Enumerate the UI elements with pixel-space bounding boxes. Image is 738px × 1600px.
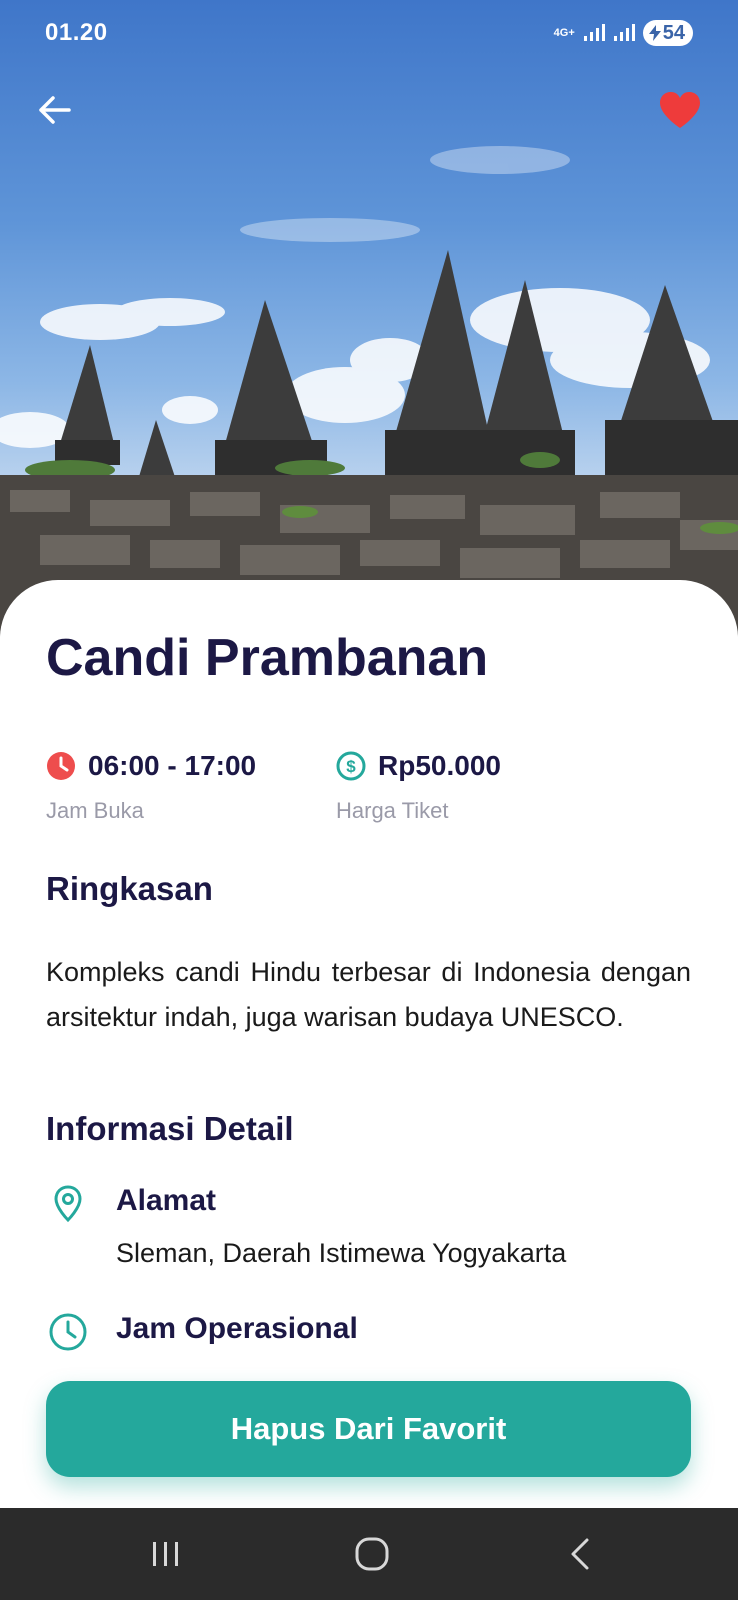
network-type: 4G+ xyxy=(553,27,575,39)
operating-hours-label: Jam Operasional xyxy=(116,1312,358,1345)
clock-outline-icon xyxy=(46,1310,90,1354)
signal-icon xyxy=(613,24,635,41)
home-button[interactable] xyxy=(342,1528,402,1580)
temple-photo xyxy=(0,146,738,640)
summary-heading: Ringkasan xyxy=(46,870,213,907)
favorite-button[interactable] xyxy=(656,86,704,134)
location-pin-icon xyxy=(46,1182,90,1226)
ticket-price-block: $ Rp50.000 Harga Tiket xyxy=(336,750,501,824)
svg-text:$: $ xyxy=(346,757,356,776)
clock-icon xyxy=(47,752,75,780)
arrow-left-icon xyxy=(39,96,71,124)
opening-hours-block: 06:00 - 17:00 Jam Buka xyxy=(46,750,256,824)
dollar-icon: $ xyxy=(336,751,366,781)
home-icon xyxy=(355,1537,389,1571)
address-value: Sleman, Daerah Istimewa Yogyakarta xyxy=(116,1238,567,1268)
heart-icon xyxy=(660,92,700,128)
opening-hours-value: 06:00 - 17:00 xyxy=(88,750,257,781)
system-back-button[interactable] xyxy=(550,1528,610,1580)
status-indicators: 4G+ 54 xyxy=(554,20,693,46)
summary-text: Kompleks candi Hindu terbesar di Indones… xyxy=(46,957,691,1032)
page-title: Candi Prambanan xyxy=(46,629,489,687)
ticket-price-value: Rp50.000 xyxy=(378,750,501,781)
operating-hours-item: Jam Operasional xyxy=(46,1310,691,1360)
charging-icon xyxy=(648,25,661,41)
back-button[interactable] xyxy=(32,88,76,132)
battery-level: 54 xyxy=(662,21,685,44)
status-bar: 01.20 4G+ 54 xyxy=(0,0,738,70)
details-heading: Informasi Detail xyxy=(46,1110,294,1147)
chevron-left-icon xyxy=(571,1538,589,1570)
recents-icon xyxy=(153,1542,178,1566)
status-time: 01.20 xyxy=(45,19,108,46)
signal-icon xyxy=(583,24,605,41)
address-item: Alamat Sleman, Daerah Istimewa Yogyakart… xyxy=(46,1182,691,1282)
system-navigation-bar xyxy=(0,1508,738,1600)
address-label: Alamat xyxy=(116,1184,217,1217)
recent-apps-button[interactable] xyxy=(136,1528,196,1580)
battery-indicator: 54 xyxy=(642,20,693,46)
opening-hours-label: Jam Buka xyxy=(46,798,144,823)
remove-favorite-button[interactable]: Hapus Dari Favorit xyxy=(46,1381,691,1477)
hero-image: 01.20 4G+ 54 xyxy=(0,0,738,640)
ticket-price-label: Harga Tiket xyxy=(336,798,449,823)
